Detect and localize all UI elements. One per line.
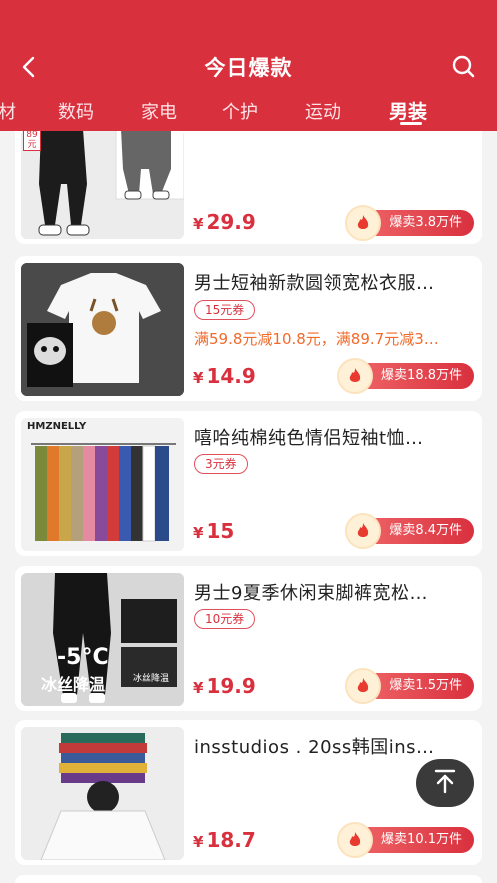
price: ¥18.7 xyxy=(193,828,256,852)
temp-label: -5°C xyxy=(57,645,109,670)
sold-badge: 爆卖1.5万件 xyxy=(345,668,474,704)
flame-icon xyxy=(337,358,374,394)
product-image xyxy=(21,727,184,860)
flame-icon xyxy=(337,822,374,858)
coupon-badge: 3元券 xyxy=(194,454,248,474)
category-tabs: 材 数码 家电 个护 运动 男装 xyxy=(0,92,497,130)
tab-partial[interactable]: 材 xyxy=(0,98,16,124)
product-image: HMZNELLY xyxy=(21,418,184,551)
price-badge: 89元 xyxy=(23,131,41,151)
tab-sports[interactable]: 运动 xyxy=(305,98,341,124)
header-bar: 今日爆款 材 数码 家电 个护 运动 男装 xyxy=(0,0,497,131)
tab-appliances[interactable]: 家电 xyxy=(141,98,177,124)
back-to-top-button[interactable] xyxy=(416,759,474,807)
back-to-top-icon xyxy=(431,767,459,799)
coupon-badge: 15元券 xyxy=(194,300,256,320)
product-image xyxy=(21,263,184,396)
search-button[interactable] xyxy=(447,50,481,84)
active-tab-indicator xyxy=(400,122,422,125)
product-image: -5°C 冰丝降温 冰丝降温 xyxy=(21,573,184,706)
product-card[interactable]: -5°C 冰丝降温 冰丝降温 男士9夏季休闲束脚裤宽松… 10元券 ¥19.9 … xyxy=(15,566,482,711)
product-title: 男士9夏季休闲束脚裤宽松… xyxy=(194,583,428,604)
price: ¥14.9 xyxy=(193,364,256,388)
sold-badge: 爆卖8.4万件 xyxy=(345,513,474,549)
product-title: insstudios . 20ss韩国ins… xyxy=(194,737,435,758)
search-icon xyxy=(447,50,481,84)
price: ¥19.9 xyxy=(193,674,256,698)
product-image: 89元 xyxy=(21,131,184,239)
product-card[interactable]: insstudios . 20ss韩国ins… ¥18.7 爆卖10.1万件 xyxy=(15,720,482,865)
top-bar: 今日爆款 xyxy=(0,44,497,90)
tab-personal-care[interactable]: 个护 xyxy=(222,98,258,124)
sold-count: 爆卖8.4万件 xyxy=(389,523,462,538)
sold-count: 爆卖1.5万件 xyxy=(389,678,462,693)
price: ¥15 xyxy=(193,519,235,543)
product-card[interactable]: 男士短袖新款圆领宽松衣服… 15元券 满59.8元减10.8元，满89.7元减3… xyxy=(15,256,482,401)
flame-icon xyxy=(345,513,382,549)
tab-menswear[interactable]: 男装 xyxy=(389,97,427,124)
flame-icon xyxy=(345,205,382,241)
price: ¥29.9 xyxy=(193,210,256,234)
brand-label: HMZNELLY xyxy=(27,421,87,432)
flame-icon xyxy=(345,668,382,704)
cooling-label-small: 冰丝降温 xyxy=(133,674,170,684)
sold-badge: 爆卖3.8万件 xyxy=(345,205,474,241)
sold-count: 爆卖18.8万件 xyxy=(381,368,462,383)
sold-count: 爆卖10.1万件 xyxy=(381,832,462,847)
sold-count: 爆卖3.8万件 xyxy=(389,215,462,230)
product-card[interactable]: 89元 ¥29.9 爆卖3.8万件 xyxy=(15,131,482,244)
cooling-label: 冰丝降温 xyxy=(41,675,106,694)
tab-digital[interactable]: 数码 xyxy=(58,98,94,124)
sold-badge: 爆卖18.8万件 xyxy=(337,358,474,394)
product-title: 嘻哈纯棉纯色情侣短袖t恤… xyxy=(194,428,424,449)
product-title: 男士短袖新款圆领宽松衣服… xyxy=(194,273,435,294)
product-card[interactable]: HMZNELLY 嘻哈纯棉纯色情侣短袖t恤… 3元券 ¥15 爆卖8.4万件 xyxy=(15,411,482,556)
page-title: 今日爆款 xyxy=(204,56,293,80)
sold-badge: 爆卖10.1万件 xyxy=(337,822,474,858)
coupon-badge: 10元券 xyxy=(194,609,256,629)
product-card[interactable] xyxy=(15,875,482,883)
promo-text: 满59.8元减10.8元，满89.7元减3… xyxy=(194,330,439,348)
